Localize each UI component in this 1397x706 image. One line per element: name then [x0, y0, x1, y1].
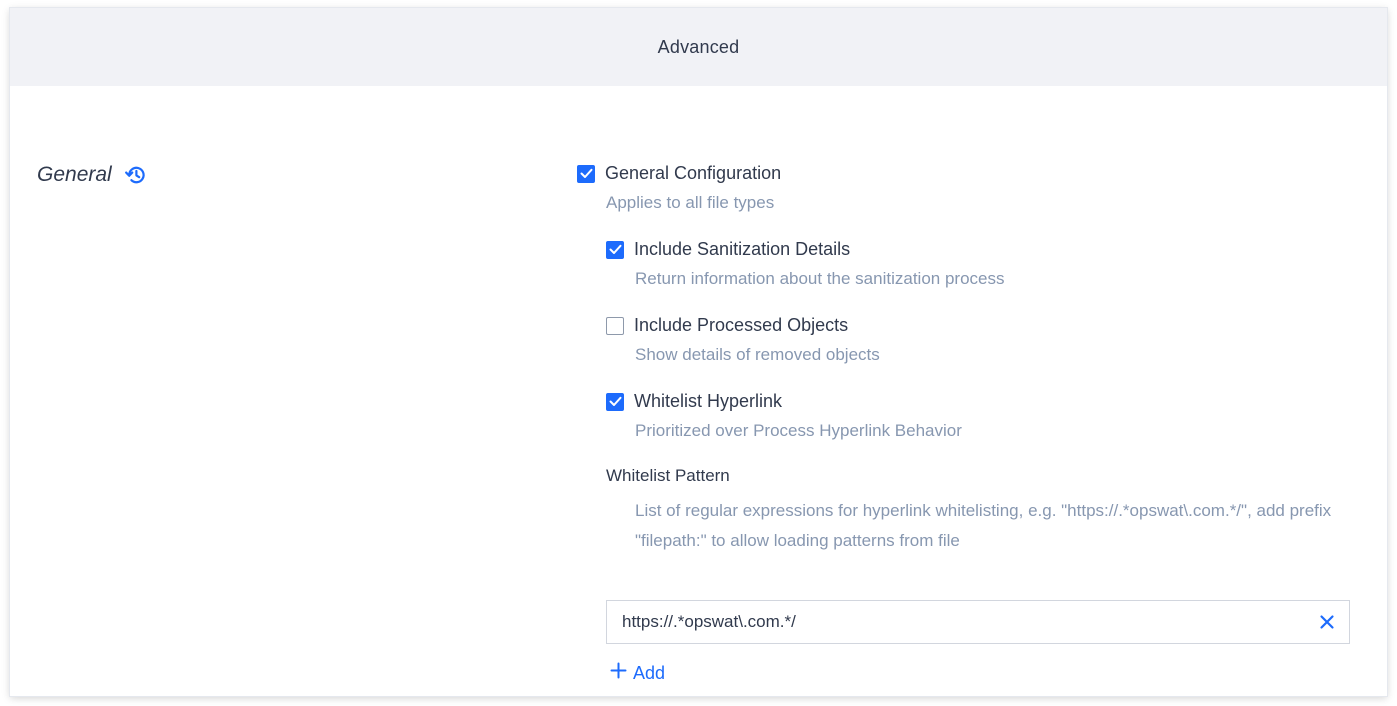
option-label: Include Processed Objects: [634, 315, 849, 335]
history-icon[interactable]: [124, 163, 148, 187]
advanced-panel: Advanced General General Configuration A…: [10, 8, 1387, 696]
section-label-general: General: [37, 163, 148, 187]
option-general-configuration: General Configuration Applies to all fil…: [577, 163, 781, 213]
include-sanitization-details-checkbox[interactable]: [606, 240, 624, 259]
whitelist-pattern-title: Whitelist Pattern: [606, 466, 730, 485]
option-label: Whitelist Hyperlink: [634, 391, 783, 411]
whitelist-hyperlink-checkbox[interactable]: [606, 392, 624, 411]
general-configuration-checkbox[interactable]: [577, 164, 595, 183]
whitelist-pattern-description: List of regular expressions for hyperlin…: [635, 501, 1332, 550]
checkmark-icon: [580, 168, 592, 178]
option-description: Show details of removed objects: [635, 345, 880, 364]
panel-header: Advanced: [10, 8, 1387, 86]
whitelist-pattern-input[interactable]: [622, 612, 1319, 632]
whitelist-pattern-field: [606, 600, 1350, 644]
plus-icon: [610, 662, 627, 684]
clear-icon[interactable]: [1319, 614, 1335, 630]
option-include-sanitization-details: Include Sanitization Details Return info…: [606, 239, 1004, 289]
option-description: Return information about the sanitizatio…: [635, 269, 1005, 288]
option-whitelist-hyperlink: Whitelist Hyperlink Prioritized over Pro…: [606, 391, 962, 441]
checkmark-icon: [609, 396, 621, 406]
add-pattern-button[interactable]: Add: [610, 662, 665, 684]
option-label: General Configuration: [605, 163, 782, 183]
include-processed-objects-checkbox[interactable]: [606, 316, 624, 335]
checkmark-icon: [609, 244, 621, 254]
option-label: Include Sanitization Details: [634, 239, 851, 259]
panel-title: Advanced: [657, 36, 740, 57]
add-label: Add: [633, 662, 666, 683]
option-include-processed-objects: Include Processed Objects Show details o…: [606, 315, 880, 365]
option-description: Prioritized over Process Hyperlink Behav…: [635, 421, 962, 440]
section-title: General: [37, 163, 112, 186]
option-description: Applies to all file types: [606, 193, 775, 212]
